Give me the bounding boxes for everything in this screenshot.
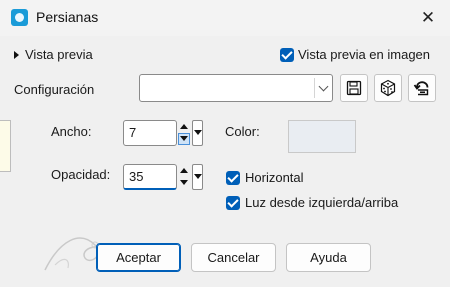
opacity-spin-buttons: [178, 164, 190, 190]
save-preset-button[interactable]: [340, 74, 368, 102]
light-direction-checkbox[interactable]: Luz desde izquierda/arriba: [226, 194, 398, 210]
opacity-decrement-button[interactable]: [178, 177, 190, 189]
opacity-label-text: Opacidad:: [51, 167, 111, 182]
parameters-panel: Ancho: 7 Color: Opacidad: 35 Horizontal …: [0, 110, 450, 287]
opacity-spinner: 35: [123, 164, 203, 190]
checkbox-checked-icon: [226, 170, 240, 185]
window-title: Persianas: [36, 9, 99, 25]
floppy-disk-icon: [346, 80, 362, 96]
cancel-button[interactable]: Cancelar: [191, 243, 276, 272]
expand-triangle-icon: [14, 50, 19, 59]
width-spinner: 7: [123, 120, 203, 146]
light-direction-label: Luz desde izquierda/arriba: [245, 195, 399, 211]
combo-divider: [314, 78, 315, 98]
reset-arrow-icon: [413, 81, 429, 96]
app-icon: [11, 9, 28, 26]
horizontal-checkbox[interactable]: Horizontal: [226, 169, 304, 185]
width-spin-buttons: [178, 120, 190, 146]
chevron-down-icon: [318, 81, 329, 92]
reset-button[interactable]: [408, 74, 436, 102]
image-preview-checkbox[interactable]: Vista previa en imagen: [280, 46, 430, 62]
image-preview-label: Vista previa en imagen: [298, 47, 431, 63]
ok-button[interactable]: Aceptar: [96, 243, 181, 272]
preview-toggle[interactable]: Vista previa: [14, 46, 93, 62]
dice-icon: [380, 79, 396, 97]
preview-toggle-label: Vista previa: [25, 47, 93, 63]
opacity-increment-button[interactable]: [178, 164, 190, 176]
width-dropdown-button[interactable]: [192, 120, 203, 146]
checkbox-checked-icon: [226, 195, 240, 210]
width-label-text: Ancho:: [51, 124, 92, 139]
color-swatch[interactable]: [288, 120, 356, 153]
color-label: Color:: [225, 124, 260, 139]
checkbox-checked-icon: [280, 47, 294, 62]
width-decrement-button[interactable]: [178, 133, 190, 145]
width-increment-button[interactable]: [178, 120, 190, 132]
random-button[interactable]: [374, 74, 402, 102]
config-label: Configuración: [14, 82, 95, 97]
title-bar: Persianas ✕: [0, 0, 450, 36]
dialog-window: Persianas ✕ Vista previa Vista previa en…: [0, 0, 450, 287]
help-button[interactable]: Ayuda: [286, 243, 371, 272]
width-label: Ancho:: [51, 124, 91, 139]
opacity-input[interactable]: 35: [123, 164, 177, 190]
opacity-label: Opacidad:: [51, 167, 110, 182]
config-combo[interactable]: [139, 74, 333, 102]
width-input[interactable]: 7: [123, 120, 177, 146]
side-preview-tab[interactable]: [0, 120, 11, 172]
opacity-dropdown-button[interactable]: [192, 164, 203, 190]
close-button[interactable]: ✕: [408, 3, 448, 33]
horizontal-label: Horizontal: [245, 170, 304, 186]
